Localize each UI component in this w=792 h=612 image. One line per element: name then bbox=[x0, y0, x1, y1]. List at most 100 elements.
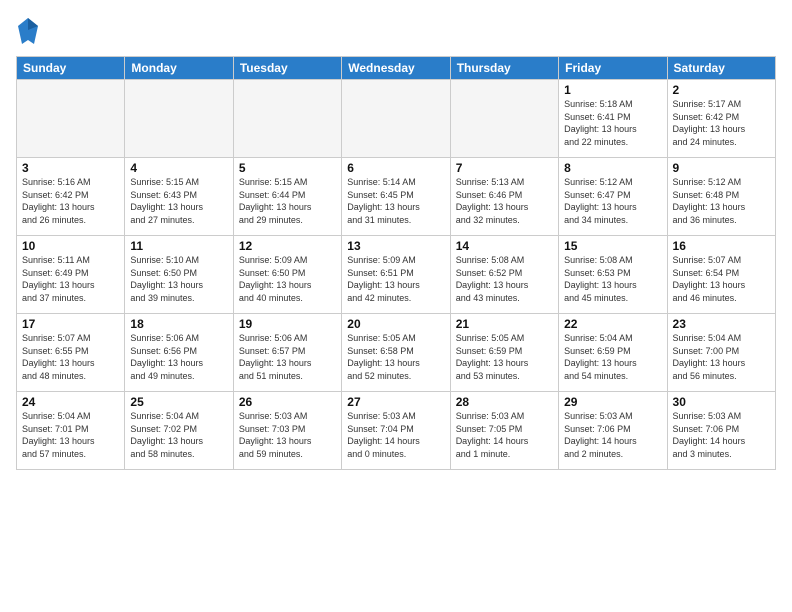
day-number: 26 bbox=[239, 395, 336, 409]
day-number: 6 bbox=[347, 161, 444, 175]
day-info: Sunrise: 5:04 AM Sunset: 7:02 PM Dayligh… bbox=[130, 410, 227, 460]
day-number: 1 bbox=[564, 83, 661, 97]
day-number: 3 bbox=[22, 161, 119, 175]
day-info: Sunrise: 5:03 AM Sunset: 7:03 PM Dayligh… bbox=[239, 410, 336, 460]
day-cell: 16Sunrise: 5:07 AM Sunset: 6:54 PM Dayli… bbox=[667, 236, 775, 314]
day-info: Sunrise: 5:11 AM Sunset: 6:49 PM Dayligh… bbox=[22, 254, 119, 304]
week-row-4: 24Sunrise: 5:04 AM Sunset: 7:01 PM Dayli… bbox=[17, 392, 776, 470]
day-info: Sunrise: 5:06 AM Sunset: 6:56 PM Dayligh… bbox=[130, 332, 227, 382]
day-info: Sunrise: 5:07 AM Sunset: 6:55 PM Dayligh… bbox=[22, 332, 119, 382]
day-cell: 30Sunrise: 5:03 AM Sunset: 7:06 PM Dayli… bbox=[667, 392, 775, 470]
day-cell: 7Sunrise: 5:13 AM Sunset: 6:46 PM Daylig… bbox=[450, 158, 558, 236]
calendar-body: 1Sunrise: 5:18 AM Sunset: 6:41 PM Daylig… bbox=[17, 80, 776, 470]
day-number: 9 bbox=[673, 161, 770, 175]
day-cell: 17Sunrise: 5:07 AM Sunset: 6:55 PM Dayli… bbox=[17, 314, 125, 392]
day-info: Sunrise: 5:12 AM Sunset: 6:48 PM Dayligh… bbox=[673, 176, 770, 226]
day-number: 8 bbox=[564, 161, 661, 175]
weekday-header-wednesday: Wednesday bbox=[342, 57, 450, 80]
day-info: Sunrise: 5:03 AM Sunset: 7:06 PM Dayligh… bbox=[673, 410, 770, 460]
day-number: 22 bbox=[564, 317, 661, 331]
day-info: Sunrise: 5:14 AM Sunset: 6:45 PM Dayligh… bbox=[347, 176, 444, 226]
day-number: 13 bbox=[347, 239, 444, 253]
day-number: 21 bbox=[456, 317, 553, 331]
day-number: 4 bbox=[130, 161, 227, 175]
day-number: 12 bbox=[239, 239, 336, 253]
day-number: 28 bbox=[456, 395, 553, 409]
day-cell: 13Sunrise: 5:09 AM Sunset: 6:51 PM Dayli… bbox=[342, 236, 450, 314]
day-number: 29 bbox=[564, 395, 661, 409]
day-info: Sunrise: 5:07 AM Sunset: 6:54 PM Dayligh… bbox=[673, 254, 770, 304]
day-cell bbox=[17, 80, 125, 158]
day-cell: 2Sunrise: 5:17 AM Sunset: 6:42 PM Daylig… bbox=[667, 80, 775, 158]
day-info: Sunrise: 5:05 AM Sunset: 6:58 PM Dayligh… bbox=[347, 332, 444, 382]
weekday-header-monday: Monday bbox=[125, 57, 233, 80]
day-info: Sunrise: 5:12 AM Sunset: 6:47 PM Dayligh… bbox=[564, 176, 661, 226]
weekday-header-friday: Friday bbox=[559, 57, 667, 80]
day-info: Sunrise: 5:04 AM Sunset: 7:01 PM Dayligh… bbox=[22, 410, 119, 460]
day-cell: 1Sunrise: 5:18 AM Sunset: 6:41 PM Daylig… bbox=[559, 80, 667, 158]
day-cell bbox=[125, 80, 233, 158]
day-info: Sunrise: 5:08 AM Sunset: 6:52 PM Dayligh… bbox=[456, 254, 553, 304]
day-cell: 29Sunrise: 5:03 AM Sunset: 7:06 PM Dayli… bbox=[559, 392, 667, 470]
day-number: 5 bbox=[239, 161, 336, 175]
day-cell: 5Sunrise: 5:15 AM Sunset: 6:44 PM Daylig… bbox=[233, 158, 341, 236]
day-cell: 15Sunrise: 5:08 AM Sunset: 6:53 PM Dayli… bbox=[559, 236, 667, 314]
day-cell: 4Sunrise: 5:15 AM Sunset: 6:43 PM Daylig… bbox=[125, 158, 233, 236]
day-cell: 22Sunrise: 5:04 AM Sunset: 6:59 PM Dayli… bbox=[559, 314, 667, 392]
day-number: 11 bbox=[130, 239, 227, 253]
day-cell bbox=[233, 80, 341, 158]
weekday-header-thursday: Thursday bbox=[450, 57, 558, 80]
day-cell: 20Sunrise: 5:05 AM Sunset: 6:58 PM Dayli… bbox=[342, 314, 450, 392]
day-info: Sunrise: 5:03 AM Sunset: 7:04 PM Dayligh… bbox=[347, 410, 444, 460]
week-row-3: 17Sunrise: 5:07 AM Sunset: 6:55 PM Dayli… bbox=[17, 314, 776, 392]
day-cell: 25Sunrise: 5:04 AM Sunset: 7:02 PM Dayli… bbox=[125, 392, 233, 470]
day-number: 25 bbox=[130, 395, 227, 409]
day-info: Sunrise: 5:16 AM Sunset: 6:42 PM Dayligh… bbox=[22, 176, 119, 226]
day-number: 10 bbox=[22, 239, 119, 253]
day-info: Sunrise: 5:05 AM Sunset: 6:59 PM Dayligh… bbox=[456, 332, 553, 382]
day-cell: 28Sunrise: 5:03 AM Sunset: 7:05 PM Dayli… bbox=[450, 392, 558, 470]
logo-icon bbox=[16, 16, 40, 48]
day-number: 24 bbox=[22, 395, 119, 409]
day-info: Sunrise: 5:04 AM Sunset: 6:59 PM Dayligh… bbox=[564, 332, 661, 382]
day-info: Sunrise: 5:17 AM Sunset: 6:42 PM Dayligh… bbox=[673, 98, 770, 148]
day-info: Sunrise: 5:15 AM Sunset: 6:43 PM Dayligh… bbox=[130, 176, 227, 226]
day-number: 18 bbox=[130, 317, 227, 331]
day-number: 17 bbox=[22, 317, 119, 331]
day-cell bbox=[342, 80, 450, 158]
day-number: 14 bbox=[456, 239, 553, 253]
weekday-header-sunday: Sunday bbox=[17, 57, 125, 80]
weekday-header-tuesday: Tuesday bbox=[233, 57, 341, 80]
day-cell: 19Sunrise: 5:06 AM Sunset: 6:57 PM Dayli… bbox=[233, 314, 341, 392]
day-info: Sunrise: 5:08 AM Sunset: 6:53 PM Dayligh… bbox=[564, 254, 661, 304]
day-info: Sunrise: 5:13 AM Sunset: 6:46 PM Dayligh… bbox=[456, 176, 553, 226]
day-number: 19 bbox=[239, 317, 336, 331]
day-info: Sunrise: 5:09 AM Sunset: 6:50 PM Dayligh… bbox=[239, 254, 336, 304]
day-cell: 23Sunrise: 5:04 AM Sunset: 7:00 PM Dayli… bbox=[667, 314, 775, 392]
day-cell bbox=[450, 80, 558, 158]
weekday-row: SundayMondayTuesdayWednesdayThursdayFrid… bbox=[17, 57, 776, 80]
day-cell: 6Sunrise: 5:14 AM Sunset: 6:45 PM Daylig… bbox=[342, 158, 450, 236]
day-cell: 24Sunrise: 5:04 AM Sunset: 7:01 PM Dayli… bbox=[17, 392, 125, 470]
day-cell: 11Sunrise: 5:10 AM Sunset: 6:50 PM Dayli… bbox=[125, 236, 233, 314]
day-info: Sunrise: 5:04 AM Sunset: 7:00 PM Dayligh… bbox=[673, 332, 770, 382]
day-info: Sunrise: 5:03 AM Sunset: 7:06 PM Dayligh… bbox=[564, 410, 661, 460]
day-info: Sunrise: 5:18 AM Sunset: 6:41 PM Dayligh… bbox=[564, 98, 661, 148]
header bbox=[16, 12, 776, 48]
day-number: 23 bbox=[673, 317, 770, 331]
calendar-table: SundayMondayTuesdayWednesdayThursdayFrid… bbox=[16, 56, 776, 470]
calendar-header: SundayMondayTuesdayWednesdayThursdayFrid… bbox=[17, 57, 776, 80]
day-number: 7 bbox=[456, 161, 553, 175]
day-info: Sunrise: 5:10 AM Sunset: 6:50 PM Dayligh… bbox=[130, 254, 227, 304]
day-cell: 8Sunrise: 5:12 AM Sunset: 6:47 PM Daylig… bbox=[559, 158, 667, 236]
day-cell: 12Sunrise: 5:09 AM Sunset: 6:50 PM Dayli… bbox=[233, 236, 341, 314]
day-number: 15 bbox=[564, 239, 661, 253]
day-cell: 21Sunrise: 5:05 AM Sunset: 6:59 PM Dayli… bbox=[450, 314, 558, 392]
day-info: Sunrise: 5:06 AM Sunset: 6:57 PM Dayligh… bbox=[239, 332, 336, 382]
day-number: 27 bbox=[347, 395, 444, 409]
day-info: Sunrise: 5:15 AM Sunset: 6:44 PM Dayligh… bbox=[239, 176, 336, 226]
day-cell: 14Sunrise: 5:08 AM Sunset: 6:52 PM Dayli… bbox=[450, 236, 558, 314]
day-number: 30 bbox=[673, 395, 770, 409]
day-number: 16 bbox=[673, 239, 770, 253]
week-row-0: 1Sunrise: 5:18 AM Sunset: 6:41 PM Daylig… bbox=[17, 80, 776, 158]
